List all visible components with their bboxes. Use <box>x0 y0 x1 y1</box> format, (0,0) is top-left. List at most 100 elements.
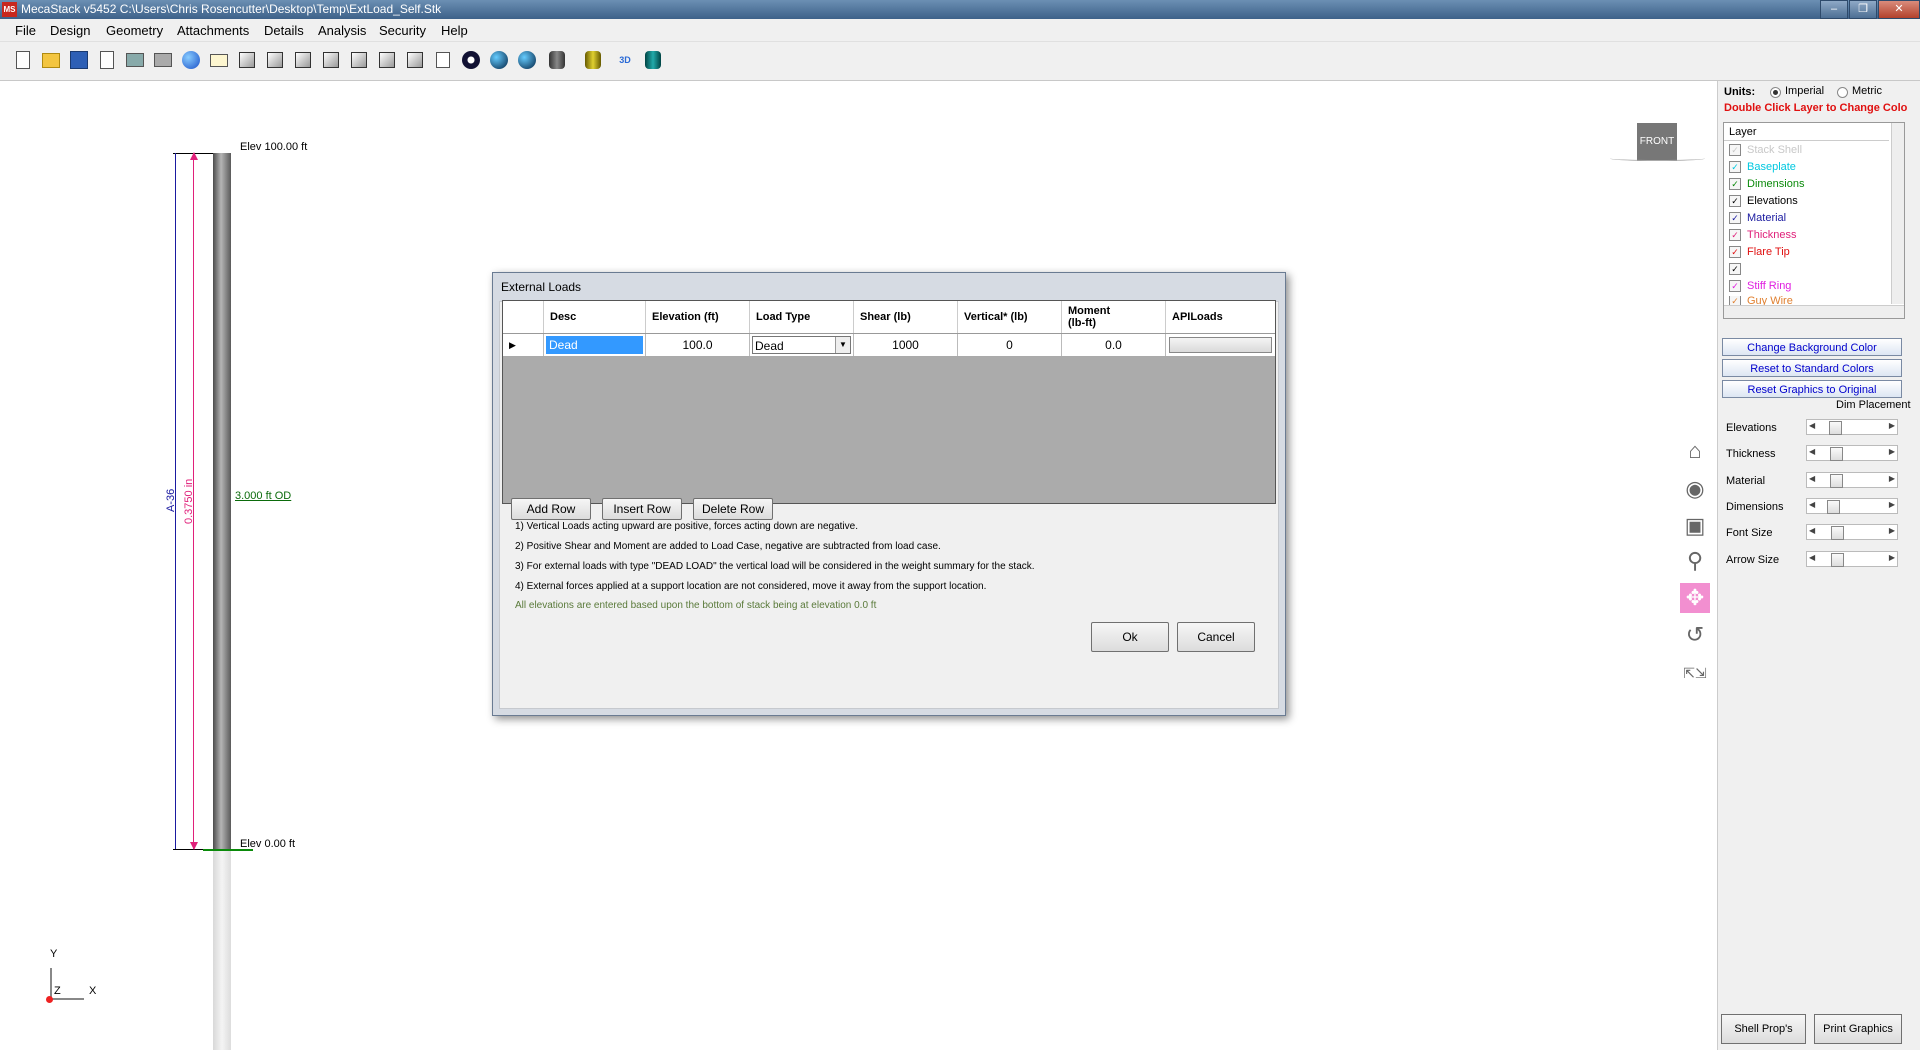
col-moment: Moment (lb-ft) <box>1062 301 1166 333</box>
reset-colors-button[interactable]: Reset to Standard Colors <box>1722 359 1902 377</box>
layer-hscrollbar[interactable] <box>1724 305 1904 318</box>
layer-elevations[interactable]: ✓ Elevations <box>1729 195 1798 207</box>
menu-design[interactable]: Design <box>50 23 90 38</box>
orbit-icon[interactable]: ◉ <box>1680 474 1710 504</box>
open-folder-icon[interactable] <box>40 49 62 71</box>
3d-icon[interactable]: 3D <box>614 49 636 71</box>
save-icon[interactable] <box>68 49 90 71</box>
cube-view-6-icon[interactable] <box>376 49 398 71</box>
printer-icon[interactable] <box>152 49 174 71</box>
layer-stiff-ring[interactable]: ✓ Stiff Ring <box>1729 280 1791 292</box>
checkbox[interactable]: ✓ <box>1729 296 1741 305</box>
checkbox[interactable]: ✓ <box>1729 280 1741 292</box>
cell-shear[interactable]: 1000 <box>854 334 958 356</box>
layer-thickness[interactable]: ✓ Thickness <box>1729 229 1797 241</box>
checkbox[interactable]: ✓ <box>1729 212 1741 224</box>
layer-dimensions[interactable]: ✓ Dimensions <box>1729 178 1804 190</box>
checkbox[interactable]: ✓ <box>1729 229 1741 241</box>
slider-elevations[interactable]: ◀ ▶ <box>1806 419 1898 435</box>
print-graphics-button[interactable]: Print Graphics <box>1814 1014 1902 1044</box>
help-icon[interactable] <box>180 49 202 71</box>
print-preview-icon[interactable] <box>96 49 118 71</box>
layer-baseplate[interactable]: ✓ Baseplate <box>1729 161 1796 173</box>
cell-load-type[interactable]: Dead ▼ <box>750 334 854 356</box>
insert-row-button[interactable]: Insert Row <box>602 498 682 520</box>
change-background-button[interactable]: Change Background Color <box>1722 338 1902 356</box>
dark-barrel-icon[interactable] <box>546 49 568 71</box>
layer-list[interactable]: Layer ✓ Stack Shell ✓ Baseplate ✓ Dimension… <box>1723 122 1905 319</box>
sphere-view-1-icon[interactable] <box>488 49 510 71</box>
report-icon[interactable] <box>432 49 454 71</box>
checkbox[interactable]: ✓ <box>1729 246 1741 258</box>
teal-barrel-icon[interactable] <box>642 49 664 71</box>
metric-radio[interactable] <box>1837 87 1848 98</box>
slider-thickness[interactable]: ◀ ▶ <box>1806 445 1898 461</box>
menu-details[interactable]: Details <box>264 23 304 38</box>
od-label: 3.000 ft OD <box>235 490 292 502</box>
layer-vscrollbar[interactable] <box>1891 123 1904 304</box>
home-icon[interactable]: ⌂ <box>1680 436 1710 466</box>
minimize-button[interactable]: – <box>1820 0 1848 19</box>
imperial-radio[interactable] <box>1770 87 1781 98</box>
chevron-down-icon[interactable]: ▼ <box>835 337 850 353</box>
yellow-barrel-icon[interactable] <box>582 49 604 71</box>
layer-stack-shell[interactable]: ✓ Stack Shell <box>1729 144 1802 156</box>
camera-icon[interactable] <box>460 49 482 71</box>
slider-dimensions[interactable]: ◀ ▶ <box>1806 498 1898 514</box>
cell-desc-value[interactable]: Dead <box>546 336 643 354</box>
print-setup-icon[interactable] <box>124 49 146 71</box>
slider-font-size[interactable]: ◀ ▶ <box>1806 524 1898 540</box>
cell-moment[interactable]: 0.0 <box>1062 334 1166 356</box>
ok-button[interactable]: Ok <box>1091 622 1169 652</box>
checkbox[interactable]: ✓ <box>1729 161 1741 173</box>
pan-icon[interactable]: ✥ <box>1680 583 1710 613</box>
cube-view-7-icon[interactable] <box>404 49 426 71</box>
menu-security[interactable]: Security <box>379 23 426 38</box>
layer-flare-tip[interactable]: ✓ Flare Tip <box>1729 246 1790 258</box>
layer-name: Stiff Ring <box>1747 280 1792 292</box>
menu-file[interactable]: File <box>15 23 36 38</box>
apiloads-button[interactable] <box>1169 337 1272 353</box>
close-button[interactable]: ✕ <box>1878 0 1920 19</box>
slider-material[interactable]: ◀ ▶ <box>1806 472 1898 488</box>
menu-geometry[interactable]: Geometry <box>106 23 163 38</box>
restore-button[interactable]: ❐ <box>1849 0 1877 19</box>
fit-icon[interactable]: ⇱⇲ <box>1680 658 1710 688</box>
menu-attachments[interactable]: Attachments <box>177 23 249 38</box>
load-type-dropdown[interactable]: Dead ▼ <box>752 336 851 354</box>
cube-view-3-icon[interactable] <box>292 49 314 71</box>
layer-guy-wire[interactable]: ✓ Guy Wire <box>1729 296 1793 305</box>
checkbox[interactable]: ✓ <box>1729 263 1741 275</box>
cube-view-4-icon[interactable] <box>320 49 342 71</box>
add-row-button[interactable]: Add Row <box>511 498 591 520</box>
reset-graphics-button[interactable]: Reset Graphics to Original <box>1722 380 1902 398</box>
sphere-view-2-icon[interactable] <box>516 49 538 71</box>
checkbox[interactable]: ✓ <box>1729 178 1741 190</box>
cell-vertical[interactable]: 0 <box>958 334 1062 356</box>
rotate-icon[interactable]: ↺ <box>1680 620 1710 650</box>
menu-analysis[interactable]: Analysis <box>318 23 366 38</box>
menu-help[interactable]: Help <box>441 23 468 38</box>
slider-arrow-size[interactable]: ◀ ▶ <box>1806 551 1898 567</box>
checkbox[interactable]: ✓ <box>1729 144 1741 156</box>
metric-label: Metric <box>1852 85 1882 97</box>
delete-row-button[interactable]: Delete Row <box>693 498 773 520</box>
row-selector-icon[interactable]: ▶ <box>503 334 544 356</box>
layer-material[interactable]: ✓ Material <box>1729 212 1786 224</box>
zoom-icon[interactable]: ⚲ <box>1680 546 1710 576</box>
cube-view-1-icon[interactable] <box>236 49 258 71</box>
col-vertical: Vertical* (lb) <box>958 301 1062 333</box>
layer-unnamed[interactable]: ✓ <box>1729 263 1747 275</box>
zoom-window-icon[interactable]: ▣ <box>1680 511 1710 541</box>
cell-desc[interactable]: Dead <box>544 334 646 356</box>
cube-view-5-icon[interactable] <box>348 49 370 71</box>
cell-elevation[interactable]: 100.0 <box>646 334 750 356</box>
new-file-icon[interactable] <box>12 49 34 71</box>
shell-props-button[interactable]: Shell Prop's <box>1721 1014 1806 1044</box>
cancel-button[interactable]: Cancel <box>1177 622 1255 652</box>
email-icon[interactable] <box>208 49 230 71</box>
cube-view-2-icon[interactable] <box>264 49 286 71</box>
cell-apiloads[interactable] <box>1166 334 1275 356</box>
checkbox[interactable]: ✓ <box>1729 195 1741 207</box>
table-row[interactable]: ▶ Dead 100.0 Dead ▼ 1000 0 0.0 <box>503 334 1275 357</box>
